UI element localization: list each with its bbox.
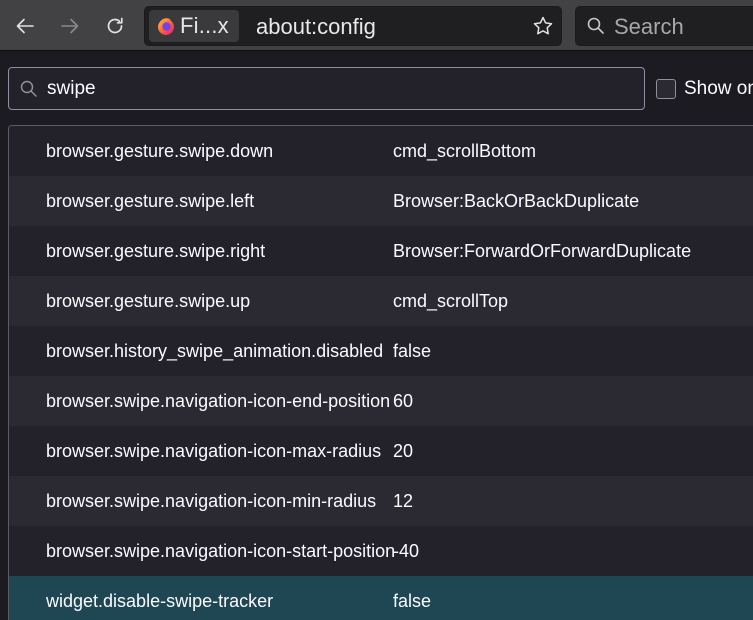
pref-name: browser.gesture.swipe.down: [46, 140, 274, 161]
reload-icon: [107, 17, 123, 34]
search-icon: [587, 17, 604, 34]
pref-row[interactable]: browser.gesture.swipe.up cmd_scrollTop: [9, 276, 753, 326]
pref-row-selected[interactable]: widget.disable-swipe-tracker false: [9, 576, 753, 620]
pref-value: -40: [393, 540, 420, 561]
url-bar[interactable]: Fi...x about:config: [144, 6, 562, 46]
preferences-table: browser.gesture.swipe.down cmd_scrollBott…: [8, 125, 753, 620]
star-icon[interactable]: [532, 15, 554, 37]
pref-name: browser.swipe.navigation-icon-start-posi…: [46, 540, 396, 561]
pref-value: 12: [393, 490, 414, 511]
arrow-left-icon: [16, 18, 34, 34]
pref-name: browser.swipe.navigation-icon-end-positi…: [46, 390, 391, 411]
show-only-modified-toggle[interactable]: Show on: [656, 78, 753, 100]
preference-search-field[interactable]: [8, 67, 645, 110]
pref-row[interactable]: browser.history_swipe_animation.disabled…: [9, 326, 753, 376]
pref-value: Browser:BackOrBackDuplicate: [393, 190, 640, 211]
pref-row[interactable]: browser.gesture.swipe.left Browser:BackOr…: [9, 176, 753, 226]
pref-row[interactable]: browser.swipe.navigation-icon-start-posi…: [9, 526, 753, 576]
pref-name: browser.swipe.navigation-icon-max-radius: [46, 440, 382, 461]
reload-button[interactable]: [98, 9, 132, 43]
pref-name: widget.disable-swipe-tracker: [46, 590, 274, 611]
search-icon: [20, 80, 37, 97]
pref-name: browser.gesture.swipe.left: [46, 190, 255, 211]
arrow-right-icon: [61, 18, 79, 34]
identity-box[interactable]: Fi...x: [149, 10, 239, 42]
browser-toolbar: Fi...x about:config Search: [0, 0, 753, 51]
pref-row[interactable]: browser.gesture.swipe.down cmd_scrollBott…: [9, 126, 753, 176]
pref-name: browser.gesture.swipe.right: [46, 240, 266, 261]
show-only-modified-checkbox[interactable]: [656, 79, 676, 99]
pref-value: cmd_scrollTop: [393, 290, 509, 311]
search-placeholder: Search: [614, 14, 684, 39]
pref-value: cmd_scrollBottom: [393, 140, 537, 161]
pref-name: browser.gesture.swipe.up: [46, 290, 251, 311]
identity-label: Fi...x: [180, 13, 229, 38]
pref-value: false: [393, 590, 432, 611]
firefox-icon: [158, 18, 174, 35]
pref-value: false: [393, 340, 432, 361]
preference-search-input[interactable]: [47, 74, 627, 104]
pref-name: browser.history_swipe_animation.disabled: [46, 340, 384, 361]
forward-button[interactable]: [53, 9, 87, 43]
pref-value: 60: [393, 390, 414, 411]
pref-value: 20: [393, 440, 414, 461]
pref-name: browser.swipe.navigation-icon-min-radius: [46, 490, 377, 511]
show-only-modified-label: Show on: [684, 78, 753, 99]
back-button[interactable]: [8, 9, 42, 43]
pref-row[interactable]: browser.swipe.navigation-icon-min-radius…: [9, 476, 753, 526]
pref-row[interactable]: browser.swipe.navigation-icon-end-positi…: [9, 376, 753, 426]
pref-row[interactable]: browser.gesture.swipe.right Browser:Forwa…: [9, 226, 753, 276]
pref-row[interactable]: browser.swipe.navigation-icon-max-radius…: [9, 426, 753, 476]
search-bar[interactable]: Search: [575, 6, 753, 46]
pref-value: Browser:ForwardOrForwardDuplicate: [393, 240, 692, 261]
url-text[interactable]: about:config: [256, 14, 376, 40]
